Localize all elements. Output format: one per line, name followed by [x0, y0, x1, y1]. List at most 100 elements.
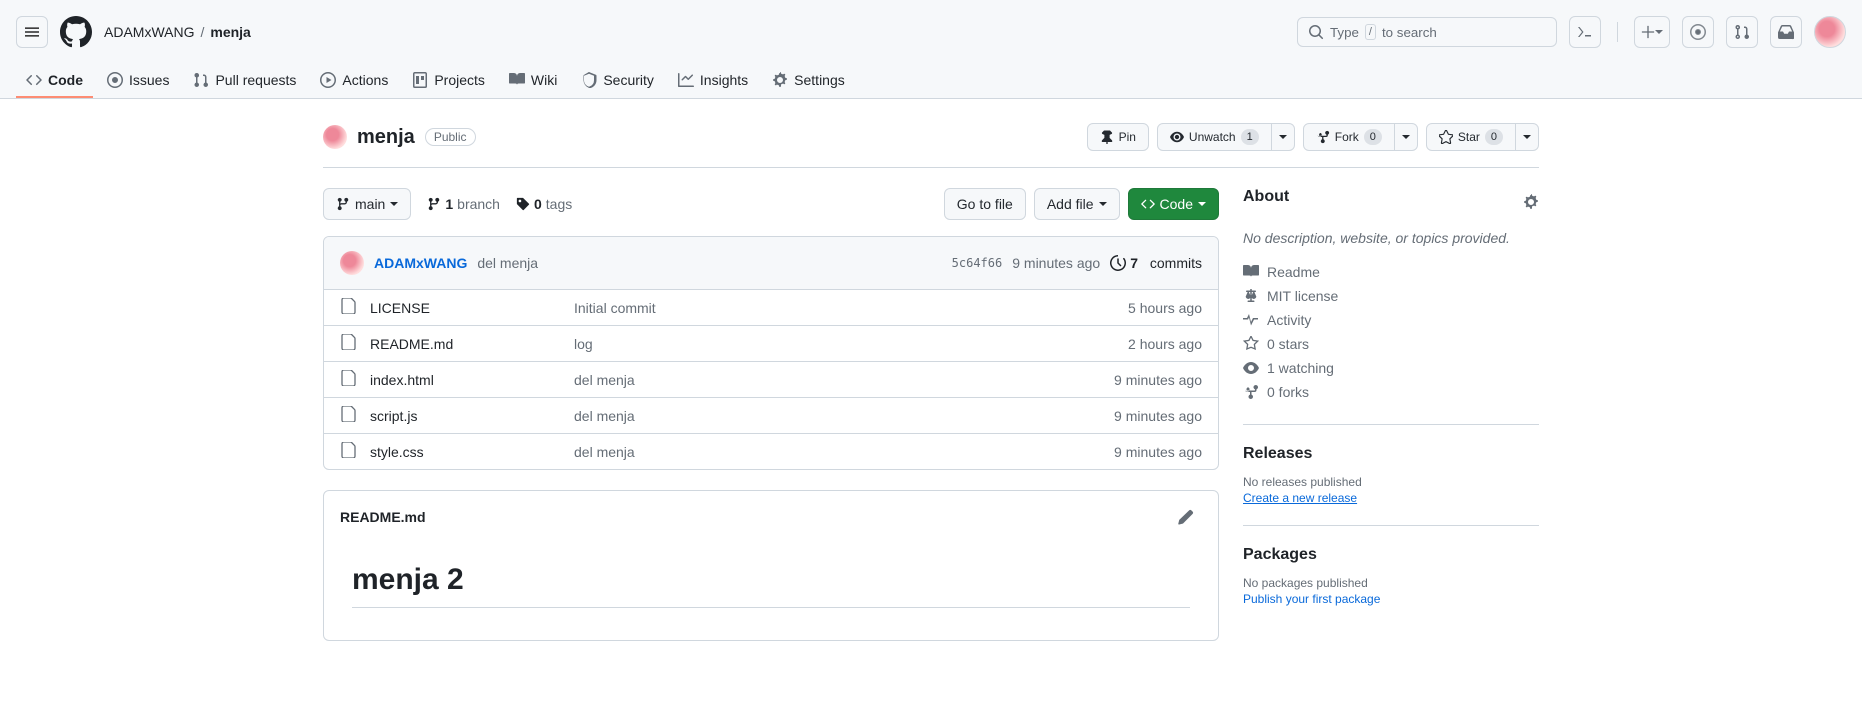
forks-link[interactable]: 0 forks — [1243, 380, 1539, 404]
tab-insights[interactable]: Insights — [668, 64, 758, 98]
tab-code[interactable]: Code — [16, 64, 93, 98]
header-divider — [1617, 22, 1618, 42]
watching-link[interactable]: 1 watching — [1243, 356, 1539, 380]
branch-select-button[interactable]: main — [323, 188, 411, 220]
readme-heading: menja 2 — [352, 563, 1190, 608]
watch-count: 1 — [1241, 129, 1259, 145]
packages-section: Packages No packages published Publish y… — [1243, 546, 1539, 606]
breadcrumb-owner[interactable]: ADAMxWANG — [104, 24, 194, 40]
create-new-button[interactable] — [1634, 16, 1670, 48]
commit-time[interactable]: 9 minutes ago — [1012, 255, 1100, 271]
tags-link[interactable]: 0 tags — [516, 196, 572, 212]
readme-link[interactable]: Readme — [1243, 260, 1539, 284]
fork-button[interactable]: Fork0 — [1303, 123, 1395, 151]
branches-link[interactable]: 1 branch — [427, 196, 500, 212]
wiki-icon — [509, 72, 525, 88]
fork-icon — [1243, 384, 1259, 400]
issues-button[interactable] — [1682, 16, 1714, 48]
about-section: About No description, website, or topics… — [1243, 188, 1539, 425]
go-to-file-button[interactable]: Go to file — [944, 188, 1026, 220]
unwatch-button[interactable]: Unwatch1 — [1157, 123, 1272, 151]
tab-issues[interactable]: Issues — [97, 64, 179, 98]
commits-count: 7 — [1130, 255, 1138, 271]
command-palette-button[interactable] — [1569, 16, 1601, 48]
file-commit-msg[interactable]: log — [574, 336, 1114, 352]
github-logo[interactable] — [60, 16, 92, 48]
eye-icon — [1243, 360, 1259, 376]
notifications-button[interactable] — [1770, 16, 1802, 48]
file-name-link[interactable]: LICENSE — [370, 300, 560, 316]
code-icon — [1141, 197, 1155, 211]
file-row: index.htmldel menja9 minutes ago — [324, 362, 1218, 398]
pin-button[interactable]: Pin — [1087, 123, 1149, 151]
watch-dropdown[interactable] — [1272, 123, 1295, 151]
pulse-icon — [1243, 312, 1259, 328]
about-settings-button[interactable] — [1523, 194, 1539, 213]
repo-header: menja Public Pin Unwatch1 Fork0 Star0 — [323, 123, 1539, 168]
tab-pr-label: Pull requests — [215, 72, 296, 88]
releases-section: Releases No releases published Create a … — [1243, 445, 1539, 526]
add-file-button[interactable]: Add file — [1034, 188, 1120, 220]
search-slash-key: / — [1365, 24, 1376, 40]
code-button[interactable]: Code — [1128, 188, 1219, 220]
file-commit-msg[interactable]: Initial commit — [574, 300, 1114, 316]
file-icon — [340, 334, 356, 353]
license-link[interactable]: MIT license — [1243, 284, 1539, 308]
file-row: LICENSEInitial commit5 hours ago — [324, 290, 1218, 326]
readme-filename-link[interactable]: README.md — [340, 509, 426, 525]
file-name-link[interactable]: README.md — [370, 336, 560, 352]
branch-icon — [336, 197, 350, 211]
commit-author[interactable]: ADAMxWANG — [374, 255, 467, 271]
caret-down-icon — [1523, 135, 1531, 139]
caret-down-icon — [1279, 135, 1287, 139]
book-icon — [1243, 264, 1259, 280]
star-icon — [1439, 130, 1453, 144]
stars-link[interactable]: 0 stars — [1243, 332, 1539, 356]
commit-author-avatar[interactable] — [340, 251, 364, 275]
github-icon — [60, 16, 92, 48]
file-commit-msg[interactable]: del menja — [574, 372, 1100, 388]
edit-readme-button[interactable] — [1170, 501, 1202, 533]
tab-projects[interactable]: Projects — [402, 64, 495, 98]
tab-issues-label: Issues — [129, 72, 169, 88]
file-name-link[interactable]: script.js — [370, 408, 560, 424]
publish-package-link[interactable]: Publish your first package — [1243, 592, 1380, 606]
tab-actions[interactable]: Actions — [310, 64, 398, 98]
file-commit-msg[interactable]: del menja — [574, 444, 1100, 460]
file-commit-msg[interactable]: del menja — [574, 408, 1100, 424]
tab-settings[interactable]: Settings — [762, 64, 855, 98]
tags-text: tags — [546, 196, 572, 212]
star-button[interactable]: Star0 — [1426, 123, 1516, 151]
create-release-link[interactable]: Create a new release — [1243, 491, 1357, 505]
tab-wiki-label: Wiki — [531, 72, 557, 88]
fork-dropdown[interactable] — [1395, 123, 1418, 151]
hamburger-menu-button[interactable] — [16, 16, 48, 48]
tab-pull-requests[interactable]: Pull requests — [183, 64, 306, 98]
repo-avatar — [323, 125, 347, 149]
breadcrumb-repo[interactable]: menja — [210, 24, 250, 40]
file-name-link[interactable]: style.css — [370, 444, 560, 460]
tab-security[interactable]: Security — [571, 64, 664, 98]
pull-requests-button[interactable] — [1726, 16, 1758, 48]
branch-icon — [427, 197, 441, 211]
activity-link[interactable]: Activity — [1243, 308, 1539, 332]
gear-icon — [772, 72, 788, 88]
pin-icon — [1100, 130, 1114, 144]
tab-wiki[interactable]: Wiki — [499, 64, 567, 98]
breadcrumb-separator: / — [200, 24, 204, 40]
pr-icon — [193, 72, 209, 88]
packages-title: Packages — [1243, 546, 1539, 564]
issues-icon — [107, 72, 123, 88]
commit-sha[interactable]: 5c64f66 — [952, 256, 1003, 270]
commit-message[interactable]: del menja — [477, 255, 538, 271]
file-row: README.mdlog2 hours ago — [324, 326, 1218, 362]
command-icon — [1577, 24, 1593, 40]
file-name-link[interactable]: index.html — [370, 372, 560, 388]
file-icon — [340, 370, 356, 389]
tag-icon — [516, 197, 530, 211]
commits-text: commits — [1150, 255, 1202, 271]
commits-link[interactable]: 7 commits — [1110, 255, 1202, 271]
star-dropdown[interactable] — [1516, 123, 1539, 151]
search-input[interactable]: Type / to search — [1297, 17, 1557, 47]
user-avatar[interactable] — [1814, 16, 1846, 48]
